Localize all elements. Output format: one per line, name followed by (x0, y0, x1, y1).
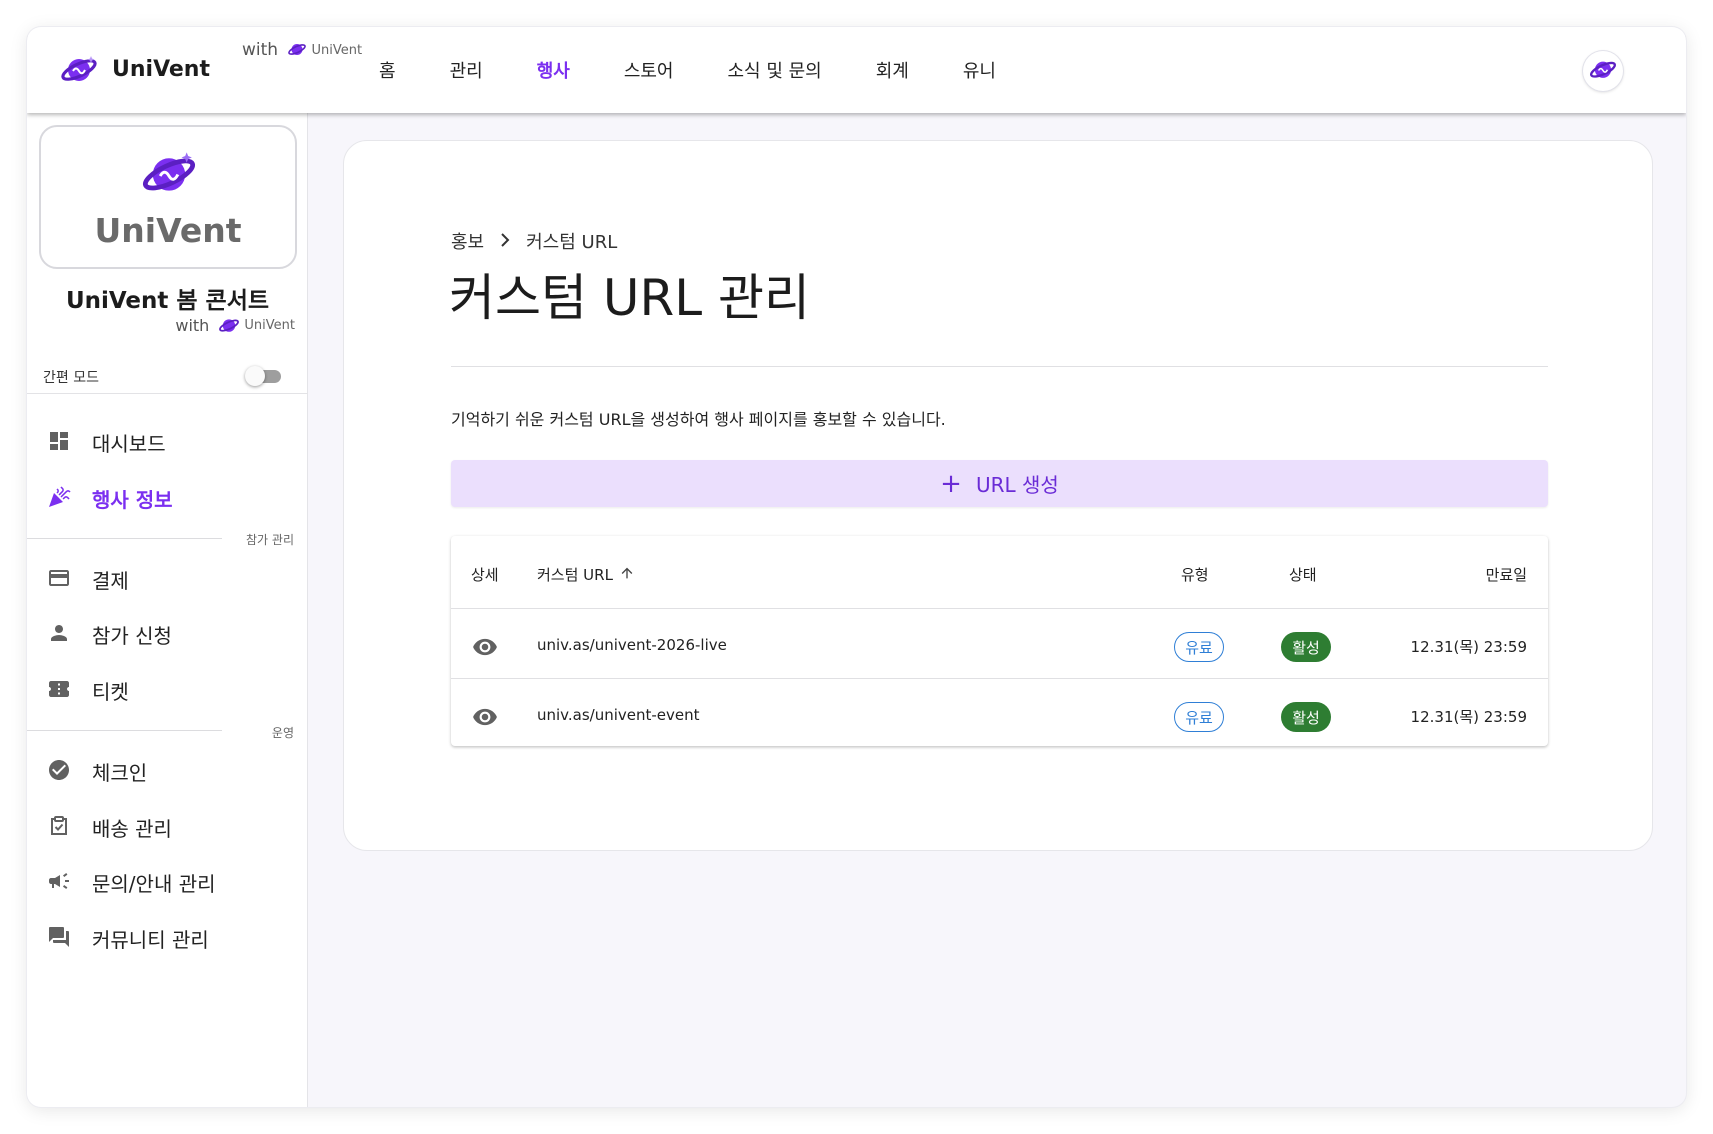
planet-logo-icon (141, 149, 197, 201)
section-divider (27, 730, 222, 731)
sidebar-item-dashboard[interactable]: 대시보드 (27, 418, 308, 462)
sidebar-item-label: 문의/안내 관리 (92, 872, 216, 896)
party-popper-icon (47, 485, 71, 509)
sidebar-item-registration[interactable]: 참가 신청 (27, 610, 308, 654)
brand-name: UniVent (112, 57, 210, 82)
sidebar-item-checkin[interactable]: 체크인 (27, 747, 308, 791)
content-card: 홍보 커스텀 URL 커스텀 URL 관리 기억하기 쉬운 커스텀 URL을 생… (343, 140, 1653, 851)
planet-logo-icon (60, 53, 98, 89)
nav-accounting[interactable]: 회계 (876, 57, 909, 83)
with-brand: with UniVent (242, 40, 362, 60)
chevron-right-icon (500, 231, 510, 252)
expiry-cell: 12.31(목) 23:59 (1410, 638, 1527, 656)
nav-news-inquiry[interactable]: 소식 및 문의 (728, 57, 822, 83)
with-brand-name: UniVent (244, 318, 295, 333)
sidebar-item-label: 대시보드 (92, 432, 166, 456)
planet-logo-mini-icon (214, 316, 240, 335)
sidebar-item-inquiry[interactable]: 문의/안내 관리 (27, 858, 308, 902)
sidebar-item-label: 배송 관리 (92, 817, 172, 841)
header-detail: 상세 (471, 566, 499, 584)
app-window: UniVent with UniVent 홈 관리 행사 스토어 소식 및 문의… (27, 27, 1686, 1107)
header-expiry: 만료일 (1485, 566, 1527, 584)
ticket-icon (47, 677, 71, 701)
breadcrumb: 홍보 커스텀 URL (451, 228, 617, 254)
with-brand-name: UniVent (311, 42, 363, 58)
sidebar-item-label: 행사 정보 (92, 488, 173, 512)
nav-manage[interactable]: 관리 (450, 57, 483, 83)
breadcrumb-item-promotion[interactable]: 홍보 (451, 228, 484, 254)
arrow-up-icon (619, 565, 635, 585)
eye-icon[interactable] (470, 704, 500, 730)
sidebar-item-community[interactable]: 커뮤니티 관리 (27, 914, 308, 958)
title-divider (451, 366, 1548, 367)
sidebar: UniVent UniVent 봄 콘서트 with UniVent 간편 모드 (27, 113, 308, 1107)
sidebar-item-label: 결제 (92, 569, 129, 593)
nav-uni[interactable]: 유니 (963, 57, 996, 83)
person-icon (47, 621, 71, 645)
sidebar-item-ticket[interactable]: 티켓 (27, 666, 308, 710)
header-type: 유형 (1181, 566, 1209, 584)
main-nav: 홈 관리 행사 스토어 소식 및 문의 회계 유니 (379, 27, 1050, 113)
sidebar-item-event-info[interactable]: 행사 정보 (27, 474, 308, 518)
url-cell: univ.as/univent-2026-live (537, 636, 727, 654)
sidebar-item-label: 참가 신청 (92, 624, 172, 648)
page-title: 커스텀 URL 관리 (449, 269, 810, 327)
sidebar-divider (27, 393, 308, 394)
header-custom-url-label: 커스텀 URL (537, 566, 613, 584)
sidebar-item-delivery[interactable]: 배송 관리 (27, 803, 308, 847)
with-label: with (242, 40, 279, 60)
page-description: 기억하기 쉬운 커스텀 URL을 생성하여 행사 페이지를 홍보할 수 있습니다… (451, 410, 946, 429)
forum-icon (47, 925, 71, 949)
sidebar-item-label: 체크인 (92, 761, 148, 785)
create-url-label: URL 생성 (975, 473, 1059, 497)
clipboard-check-icon (47, 814, 71, 838)
top-navigation-bar: UniVent with UniVent 홈 관리 행사 스토어 소식 및 문의… (27, 27, 1686, 113)
header-status: 상태 (1289, 566, 1317, 584)
credit-card-icon (47, 566, 71, 590)
planet-logo-mini-icon (283, 40, 307, 60)
expiry-cell: 12.31(목) 23:59 (1410, 708, 1527, 726)
custom-url-table: 상세 커스텀 URL 유형 상태 만료일 univ.as/univent-202… (451, 536, 1548, 746)
section-divider (27, 538, 222, 539)
plus-icon: + (940, 468, 962, 499)
section-label-operation: 운영 (271, 726, 294, 740)
profile-avatar[interactable] (1583, 51, 1623, 91)
dashboard-icon (47, 429, 71, 453)
simple-mode-label: 간편 모드 (43, 370, 99, 386)
event-logo-card: UniVent (39, 125, 297, 269)
check-circle-icon (47, 758, 71, 782)
with-label: with (175, 316, 210, 335)
breadcrumb-item-custom-url: 커스텀 URL (526, 232, 618, 253)
status-badge: 활성 (1281, 632, 1331, 662)
table-row[interactable]: univ.as/univent-2026-live 유료 활성 12.31(목)… (451, 608, 1548, 684)
sidebar-item-label: 티켓 (92, 680, 129, 704)
campaign-icon (47, 869, 71, 893)
status-badge: 활성 (1281, 702, 1331, 732)
nav-home[interactable]: 홈 (379, 57, 396, 83)
planet-logo-icon (1589, 57, 1617, 85)
nav-event[interactable]: 행사 (537, 57, 570, 83)
sidebar-item-label: 커뮤니티 관리 (92, 928, 209, 952)
simple-mode-toggle[interactable] (245, 366, 285, 386)
header-custom-url[interactable]: 커스텀 URL (537, 564, 635, 585)
create-url-button[interactable]: + URL 생성 (451, 460, 1548, 507)
nav-store[interactable]: 스토어 (624, 57, 674, 83)
section-label-participation: 참가 관리 (246, 533, 294, 547)
url-cell: univ.as/univent-event (537, 706, 700, 724)
event-with-brand: with UniVent (175, 316, 295, 335)
eye-icon[interactable] (470, 634, 500, 660)
type-chip: 유료 (1174, 632, 1224, 662)
event-title: UniVent 봄 콘서트 (65, 288, 270, 314)
type-chip: 유료 (1174, 702, 1224, 732)
table-row[interactable]: univ.as/univent-event 유료 활성 12.31(목) 23:… (451, 678, 1548, 754)
sidebar-item-payment[interactable]: 결제 (27, 555, 308, 599)
event-logo-text: UniVent (94, 211, 242, 250)
